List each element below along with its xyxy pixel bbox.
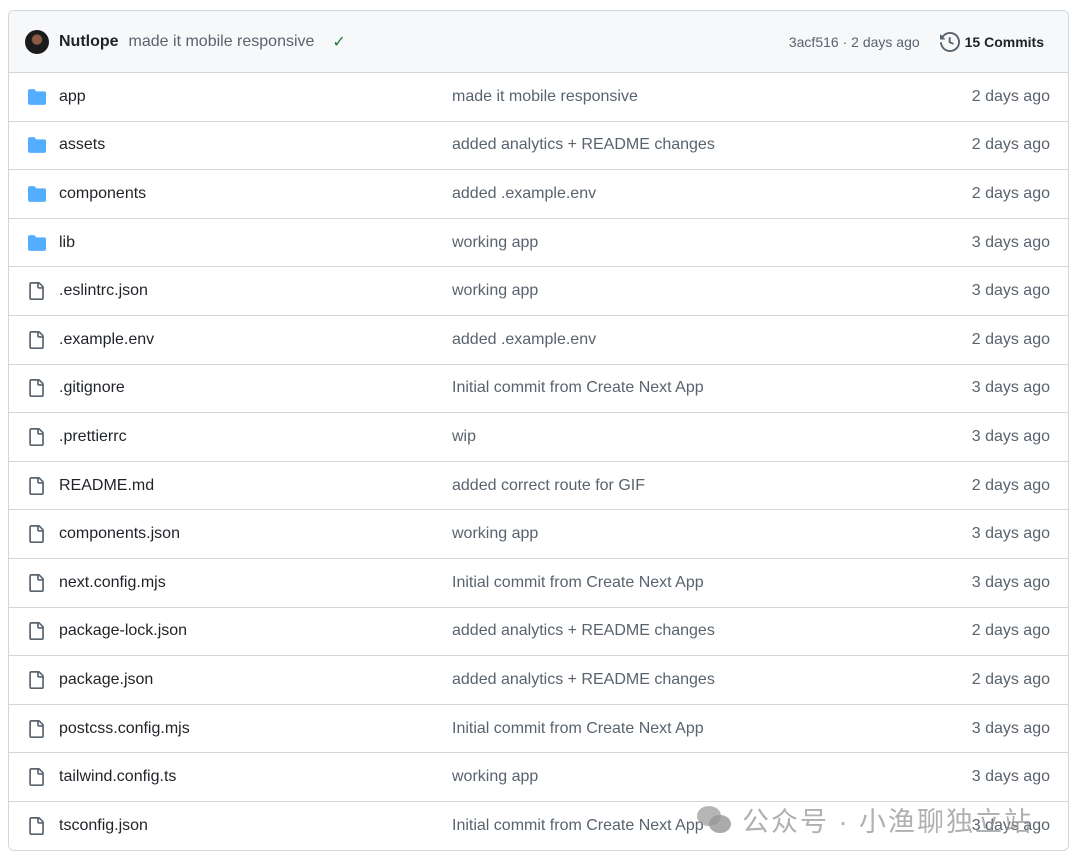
file-list: Nutlope made it mobile responsive ✓ 3acf… [8,10,1069,851]
file-row[interactable]: postcss.config.mjs Initial commit from C… [9,703,1068,753]
watermark: 公众号 · 小渔聊独立站 [694,800,1033,839]
file-row[interactable]: assets added analytics + README changes … [9,120,1068,170]
file-row[interactable]: components.json working app 3 days ago [9,509,1068,558]
commit-age: 3 days ago [971,233,1050,251]
file-row[interactable]: lib working app 3 days ago [9,217,1068,267]
file-row[interactable]: package.json added analytics + README ch… [9,655,1068,704]
file-icon [27,621,49,641]
file-name-link[interactable]: tsconfig.json [59,817,452,835]
file-name-link[interactable]: .gitignore [59,379,452,397]
folder-icon [27,185,49,203]
folder-icon [27,136,49,154]
wechat-icon [697,805,731,833]
commit-age: 2 days ago [971,622,1050,640]
commit-message[interactable]: made it mobile responsive [129,33,315,51]
commit-age: 2 days ago [971,476,1050,494]
file-icon [27,670,49,690]
commit-message-link[interactable]: added analytics + README changes [452,671,972,689]
commit-age: 3 days ago [971,282,1050,300]
file-name-link[interactable]: assets [59,136,452,154]
file-name-link[interactable]: lib [59,234,452,252]
commit-message-link[interactable]: working app [452,282,972,300]
commit-message-link[interactable]: working app [452,525,972,543]
commit-message-link[interactable]: added analytics + README changes [452,622,972,640]
commit-age: 3 days ago [971,379,1050,397]
file-row[interactable]: .eslintrc.json working app 3 days ago [9,266,1068,315]
commit-message-link[interactable]: working app [452,234,972,252]
commit-message-link[interactable]: working app [452,768,972,786]
file-icon [27,816,49,836]
file-icon [27,427,49,447]
file-row[interactable]: .prettierrc wip 3 days ago [9,412,1068,461]
file-name-link[interactable]: .prettierrc [59,428,452,446]
commit-age: 3 days ago [971,525,1050,543]
avatar[interactable] [25,29,49,54]
folder-icon [27,88,49,106]
file-name-link[interactable]: postcss.config.mjs [59,720,452,738]
file-icon [27,719,49,739]
commit-author[interactable]: Nutlope [59,33,119,51]
commit-age: 2 days ago [971,87,1050,105]
file-name-link[interactable]: package-lock.json [59,622,452,640]
commit-message-link[interactable]: Initial commit from Create Next App [452,720,972,738]
file-icon [27,330,49,350]
file-name-link[interactable]: components.json [59,525,452,543]
commit-age: 2 days ago [971,184,1050,202]
commit-age: 2 days ago [971,330,1050,348]
file-row[interactable]: components added .example.env 2 days ago [9,169,1068,218]
file-icon [27,378,49,398]
commit-age: 2 days ago [971,670,1050,688]
commits-link[interactable]: 15 Commits [939,31,1044,52]
commit-message-link[interactable]: added .example.env [452,331,972,349]
file-row[interactable]: package-lock.json added analytics + READ… [9,606,1068,656]
file-name-link[interactable]: README.md [59,477,452,495]
commit-message-link[interactable]: made it mobile responsive [452,88,972,106]
file-icon [27,573,49,593]
commit-message-link[interactable]: Initial commit from Create Next App [452,574,972,592]
file-row[interactable]: README.md added correct route for GIF 2 … [9,460,1068,510]
commit-age: 2 days ago [971,136,1050,154]
file-name-link[interactable]: next.config.mjs [59,574,452,592]
file-name-link[interactable]: .example.env [59,331,452,349]
file-name-link[interactable]: components [59,185,452,203]
commit-age: 3 days ago [971,427,1050,445]
history-icon [939,31,960,52]
file-row[interactable]: .example.env added .example.env 2 days a… [9,314,1068,364]
latest-commit-bar: Nutlope made it mobile responsive ✓ 3acf… [9,11,1068,73]
check-icon[interactable]: ✓ [332,32,345,52]
file-name-link[interactable]: .eslintrc.json [59,282,452,300]
file-icon [27,281,49,301]
file-name-link[interactable]: app [59,88,452,106]
file-row[interactable]: .gitignore Initial commit from Create Ne… [9,363,1068,413]
file-icon [27,767,49,787]
commit-age: 3 days ago [971,719,1050,737]
commit-sha[interactable]: 3acf516 · 2 days ago [789,34,920,50]
file-row[interactable]: next.config.mjs Initial commit from Crea… [9,557,1068,607]
folder-icon [27,234,49,252]
file-name-link[interactable]: package.json [59,671,452,689]
file-icon [27,476,49,496]
commit-age: 3 days ago [971,768,1050,786]
commit-message-link[interactable]: wip [452,428,972,446]
commit-message-link[interactable]: added .example.env [452,185,972,203]
commit-message-link[interactable]: added correct route for GIF [452,477,972,495]
file-row[interactable]: app made it mobile responsive 2 days ago [9,73,1068,121]
commit-message-link[interactable]: added analytics + README changes [452,136,972,154]
file-icon [27,524,49,544]
file-row[interactable]: tailwind.config.ts working app 3 days ag… [9,752,1068,801]
commit-message-link[interactable]: Initial commit from Create Next App [452,379,972,397]
commit-age: 3 days ago [971,573,1050,591]
file-name-link[interactable]: tailwind.config.ts [59,768,452,786]
